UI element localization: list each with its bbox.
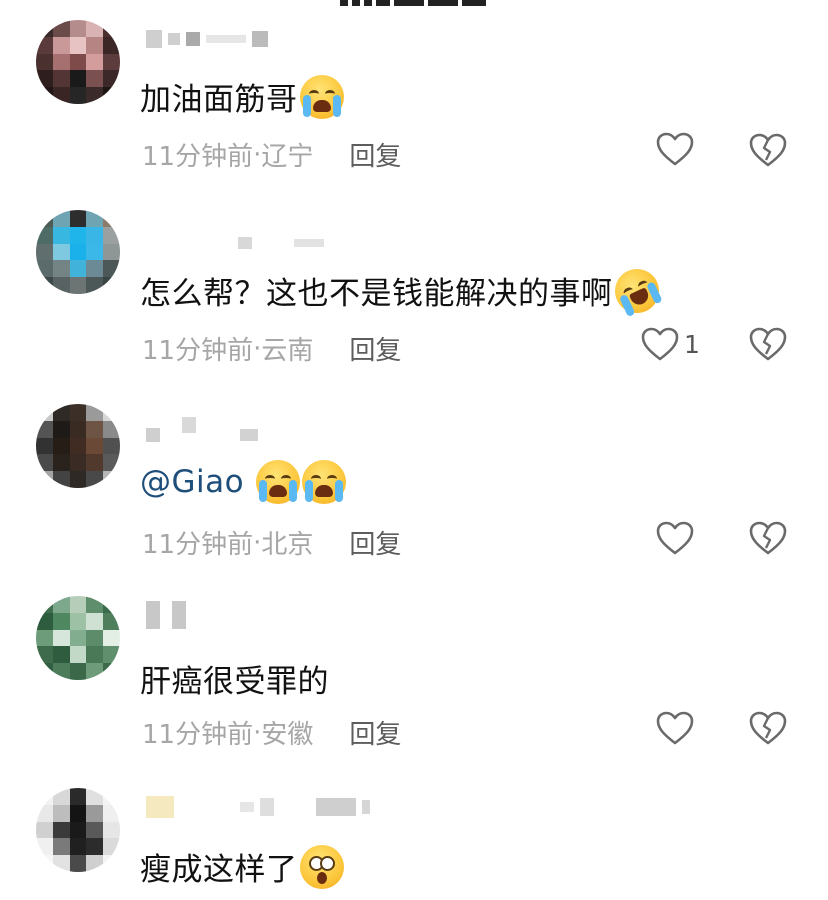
reply-button[interactable]: 回复 — [349, 136, 401, 173]
astonished-face-emoji — [299, 844, 344, 889]
comment-text: 肝癌很受罪的 — [140, 656, 329, 701]
reply-button[interactable]: 回复 — [349, 524, 401, 561]
username-pixelated[interactable] — [146, 601, 186, 629]
rolling-on-floor-laughing-emoji — [607, 261, 666, 320]
meta-separator: · — [253, 717, 262, 748]
username-pixelated[interactable] — [146, 232, 324, 254]
comment-meta: 11分钟前 · 北京 回复 — [142, 524, 401, 561]
comment-text: 瘦成这样了 — [140, 844, 344, 889]
comment-meta: 11分钟前 · 安徽 回复 — [142, 714, 401, 751]
heart-outline-icon — [641, 327, 679, 361]
username-pixelated[interactable] — [146, 796, 370, 818]
loudly-crying-face-emoji — [299, 74, 344, 119]
avatar[interactable] — [36, 788, 120, 872]
comment-text-content: 肝癌很受罪的 — [140, 664, 329, 700]
like-button[interactable] — [655, 131, 699, 167]
comment-text: @Giao — [140, 460, 347, 504]
comment-time: 11分钟前 — [142, 336, 254, 366]
comment-time: 11分钟前 — [142, 142, 254, 172]
broken-heart-icon — [749, 133, 787, 167]
heart-outline-icon — [656, 521, 694, 555]
reply-button[interactable]: 回复 — [349, 714, 401, 751]
heart-outline-icon — [656, 711, 694, 745]
comment-location: 云南 — [261, 336, 314, 366]
username-pixelated[interactable] — [146, 414, 258, 442]
comment-time: 11分钟前 — [142, 530, 254, 560]
like-button[interactable] — [655, 710, 699, 746]
comment-location: 安徽 — [261, 720, 314, 750]
loudly-crying-face-emoji — [302, 460, 347, 504]
broken-heart-icon — [749, 521, 787, 555]
broken-heart-icon — [749, 327, 787, 361]
loudly-crying-face-emoji — [256, 460, 301, 504]
heart-outline-icon — [656, 132, 694, 166]
meta-separator: · — [253, 527, 262, 558]
comment-meta: 11分钟前 · 辽宁 回复 — [142, 136, 401, 173]
username-pixelated[interactable] — [146, 28, 268, 50]
avatar[interactable] — [36, 20, 120, 104]
like-button[interactable]: 1 — [640, 326, 700, 362]
header-fragment — [340, 0, 500, 6]
comment-location: 辽宁 — [261, 142, 314, 172]
comment-time: 11分钟前 — [142, 720, 254, 750]
dislike-button[interactable] — [748, 132, 788, 168]
avatar[interactable] — [36, 404, 120, 488]
meta-separator: · — [253, 139, 262, 170]
comment-text: 怎么帮？这也不是钱能解决的事啊 — [140, 261, 666, 320]
comment-text-content: 加油面筋哥 — [140, 82, 298, 118]
comment-text-content: 瘦成这样了 — [140, 852, 298, 888]
avatar[interactable] — [36, 210, 120, 294]
comment-text: 加油面筋哥 — [140, 74, 344, 119]
dislike-button[interactable] — [748, 326, 788, 362]
comment-location: 北京 — [261, 530, 314, 560]
mention-link[interactable]: @Giao — [140, 464, 244, 500]
avatar[interactable] — [36, 596, 120, 680]
meta-separator: · — [253, 333, 262, 364]
comment-text-content: 怎么帮？这也不是钱能解决的事啊 — [140, 276, 613, 312]
comment-meta: 11分钟前 · 云南 回复 — [142, 330, 401, 367]
dislike-button[interactable] — [748, 520, 788, 556]
broken-heart-icon — [749, 711, 787, 745]
reply-button[interactable]: 回复 — [349, 330, 401, 367]
like-count: 1 — [684, 329, 700, 359]
dislike-button[interactable] — [748, 710, 788, 746]
like-button[interactable] — [655, 520, 699, 556]
